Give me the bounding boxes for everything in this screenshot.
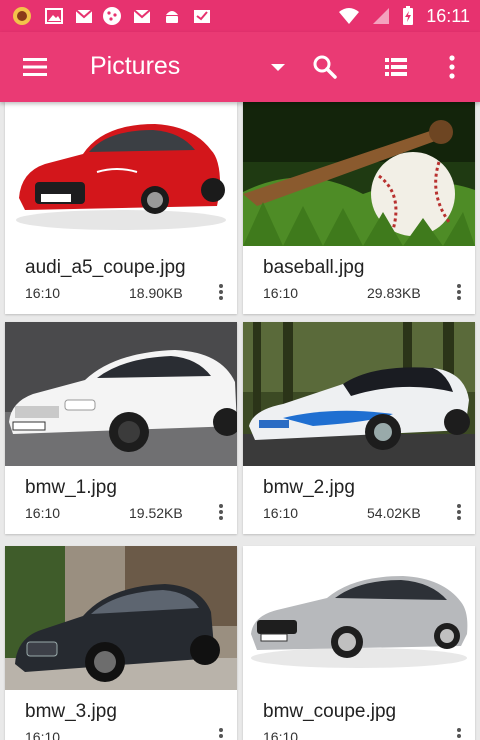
file-size: 19.52KB <box>129 505 183 521</box>
mail-icon <box>194 10 210 23</box>
overflow-menu-icon[interactable] <box>437 52 467 82</box>
mail-icon <box>75 9 93 23</box>
file-time: 16:10 <box>25 285 61 301</box>
more-options-icon[interactable] <box>453 502 465 524</box>
android-icon <box>166 11 178 23</box>
file-name: baseball.jpg <box>263 257 365 278</box>
dropdown-arrow-icon[interactable] <box>263 52 293 82</box>
mail-icon <box>133 9 151 23</box>
file-card[interactable]: bmw_3.jpg 16:10 <box>5 546 237 740</box>
status-bar: 16:11 <box>0 0 480 32</box>
wifi-icon <box>339 8 360 24</box>
file-grid: audi_a5_coupe.jpg 16:10 18.90KB baseball… <box>0 102 480 740</box>
file-card[interactable]: bmw_1.jpg 16:10 19.52KB <box>5 322 237 534</box>
file-size: 18.90KB <box>129 285 183 301</box>
file-name: bmw_1.jpg <box>25 477 117 498</box>
battery-charging-icon <box>403 6 414 25</box>
search-icon[interactable] <box>310 52 340 82</box>
page-title: Pictures <box>90 52 181 80</box>
file-card[interactable]: baseball.jpg 16:10 29.83KB <box>243 102 475 314</box>
more-options-icon[interactable] <box>215 726 227 740</box>
baseball-thumbnail <box>243 102 475 246</box>
file-card[interactable]: bmw_coupe.jpg 16:10 <box>243 546 475 740</box>
black-suv-thumbnail <box>5 546 237 690</box>
file-name: bmw_3.jpg <box>25 701 117 722</box>
file-size: 54.02KB <box>367 505 421 521</box>
more-options-icon[interactable] <box>453 282 465 304</box>
more-options-icon[interactable] <box>453 726 465 740</box>
file-time: 16:10 <box>263 285 299 301</box>
file-name: audi_a5_coupe.jpg <box>25 257 186 278</box>
file-time: 16:10 <box>25 729 61 740</box>
app-bar: Pictures <box>0 32 480 102</box>
status-time: 16:11 <box>426 5 470 26</box>
games-icon <box>13 7 31 25</box>
more-options-icon[interactable] <box>215 502 227 524</box>
file-name: bmw_2.jpg <box>263 477 355 498</box>
menu-icon[interactable] <box>20 52 50 82</box>
cookie-icon <box>103 7 121 25</box>
concept-car-thumbnail <box>243 322 475 466</box>
image-icon <box>45 8 63 24</box>
file-card[interactable]: bmw_2.jpg 16:10 54.02KB <box>243 322 475 534</box>
list-view-icon[interactable] <box>381 52 411 82</box>
file-time: 16:10 <box>263 505 299 521</box>
more-options-icon[interactable] <box>215 282 227 304</box>
file-time: 16:10 <box>263 729 299 740</box>
white-car-thumbnail <box>5 322 237 466</box>
signal-icon <box>373 8 390 24</box>
file-name: bmw_coupe.jpg <box>263 701 397 722</box>
file-size: 29.83KB <box>367 285 421 301</box>
file-card[interactable]: audi_a5_coupe.jpg 16:10 18.90KB <box>5 102 237 314</box>
file-time: 16:10 <box>25 505 61 521</box>
red-car-thumbnail <box>5 102 237 246</box>
silver-car-thumbnail <box>243 546 475 690</box>
